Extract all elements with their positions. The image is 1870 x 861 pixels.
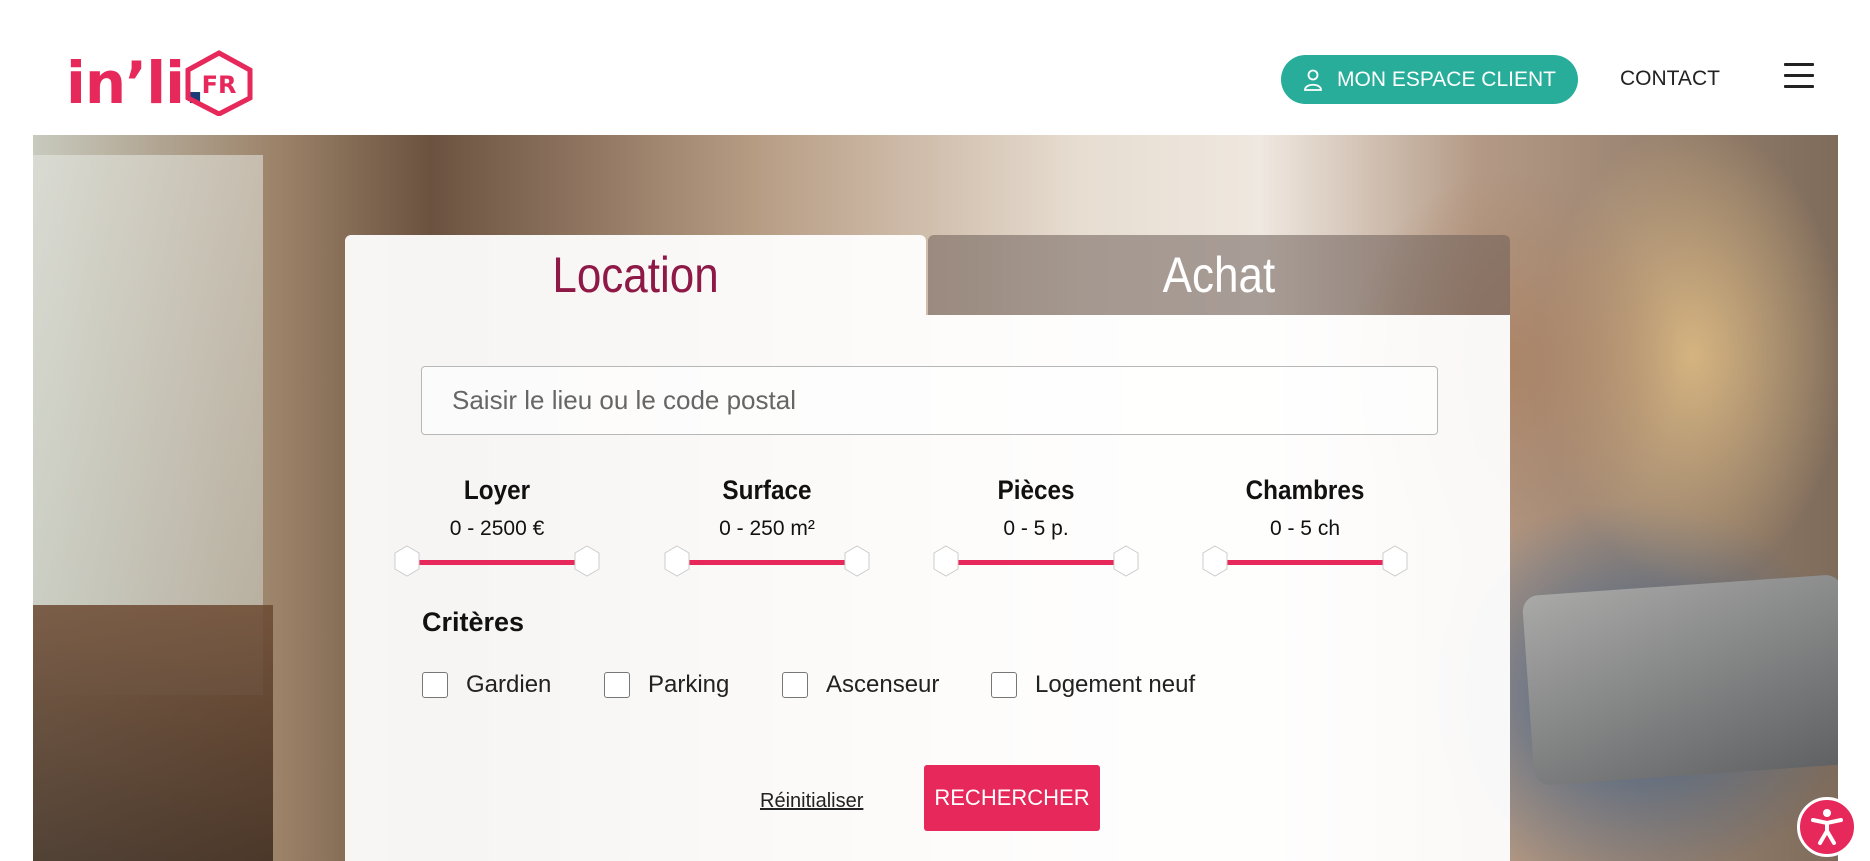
- slider-track: [678, 560, 856, 565]
- logo-wordmark: in’li: [66, 49, 185, 117]
- checkbox-label: Ascenseur: [826, 671, 940, 698]
- checkbox-ascenseur[interactable]: Ascenseur: [782, 669, 939, 701]
- slider-max-handle[interactable]: [574, 545, 600, 577]
- logo-hexagon-icon: FR: [185, 50, 253, 116]
- range-value: 0 - 2500 €: [449, 517, 545, 540]
- slider-min-handle[interactable]: [933, 545, 959, 577]
- range-label: Surface: [722, 475, 812, 505]
- range-value: 0 - 5 ch: [1269, 517, 1341, 540]
- slider-min-handle[interactable]: [664, 545, 690, 577]
- checkbox-parking[interactable]: Parking: [604, 669, 729, 701]
- tab-achat-label: Achat: [1162, 247, 1276, 303]
- mon-espace-client-label: MON ESPACE CLIENT: [1337, 67, 1556, 91]
- pieces-slider[interactable]: [931, 545, 1141, 579]
- reset-link[interactable]: Réinitialiser: [760, 790, 863, 813]
- checkbox-gardien[interactable]: Gardien: [422, 669, 551, 701]
- checkbox-label: Logement neuf: [1035, 671, 1196, 698]
- search-form: Loyer 0 - 2500 € Surface 0 - 250 m² Pièc…: [345, 315, 1510, 861]
- hamburger-menu-icon[interactable]: [1784, 63, 1814, 89]
- slider-max-handle[interactable]: [1113, 545, 1139, 577]
- checkbox-box[interactable]: [422, 672, 448, 698]
- location-search-input[interactable]: [421, 366, 1438, 435]
- site-header: in’li. FR MON ESPACE CLIENT CONTACT: [0, 0, 1870, 135]
- mon-espace-client-button[interactable]: MON ESPACE CLIENT: [1281, 55, 1578, 104]
- rechercher-button[interactable]: RECHERCHER: [924, 765, 1100, 831]
- contact-link[interactable]: CONTACT: [1620, 67, 1720, 91]
- range-pieces: Pièces 0 - 5 p.: [931, 475, 1141, 541]
- search-panel: Location Achat Loyer 0 - 2500 € Surface …: [345, 235, 1510, 861]
- range-loyer: Loyer 0 - 2500 €: [392, 475, 602, 541]
- user-icon: [1304, 69, 1322, 91]
- checkbox-label: Gardien: [466, 671, 552, 698]
- tab-location-label: Location: [552, 247, 719, 303]
- checkbox-label: Parking: [648, 671, 730, 698]
- checkbox-box[interactable]: [604, 672, 630, 698]
- slider-min-handle[interactable]: [1202, 545, 1228, 577]
- range-value: 0 - 250 m²: [719, 517, 815, 540]
- slider-min-handle[interactable]: [394, 545, 420, 577]
- range-surface: Surface 0 - 250 m²: [662, 475, 872, 541]
- logo-badge-text: FR: [202, 71, 237, 99]
- checkbox-logement-neuf[interactable]: Logement neuf: [991, 669, 1195, 701]
- surface-slider[interactable]: [662, 545, 872, 579]
- range-label: Loyer: [463, 475, 531, 505]
- criteria-title: Critères: [422, 607, 525, 637]
- checkbox-box[interactable]: [782, 672, 808, 698]
- tab-location[interactable]: Location: [345, 235, 926, 315]
- slider-track: [947, 560, 1125, 565]
- slider-max-handle[interactable]: [1382, 545, 1408, 577]
- hero-tablet: [1521, 574, 1838, 786]
- range-value: 0 - 5 p.: [1003, 517, 1069, 540]
- loyer-slider[interactable]: [392, 545, 602, 579]
- slider-max-handle[interactable]: [844, 545, 870, 577]
- hero-decor-shelf: [33, 605, 273, 861]
- range-label: Chambres: [1245, 475, 1365, 505]
- range-chambres: Chambres 0 - 5 ch: [1200, 475, 1410, 541]
- range-label: Pièces: [997, 475, 1075, 505]
- inli-logo[interactable]: in’li. FR: [66, 48, 256, 118]
- slider-track: [408, 560, 586, 565]
- chambres-slider[interactable]: [1200, 545, 1410, 579]
- tab-achat[interactable]: Achat: [928, 235, 1510, 315]
- accessibility-icon[interactable]: [1797, 797, 1857, 857]
- checkbox-box[interactable]: [991, 672, 1017, 698]
- slider-track: [1216, 560, 1394, 565]
